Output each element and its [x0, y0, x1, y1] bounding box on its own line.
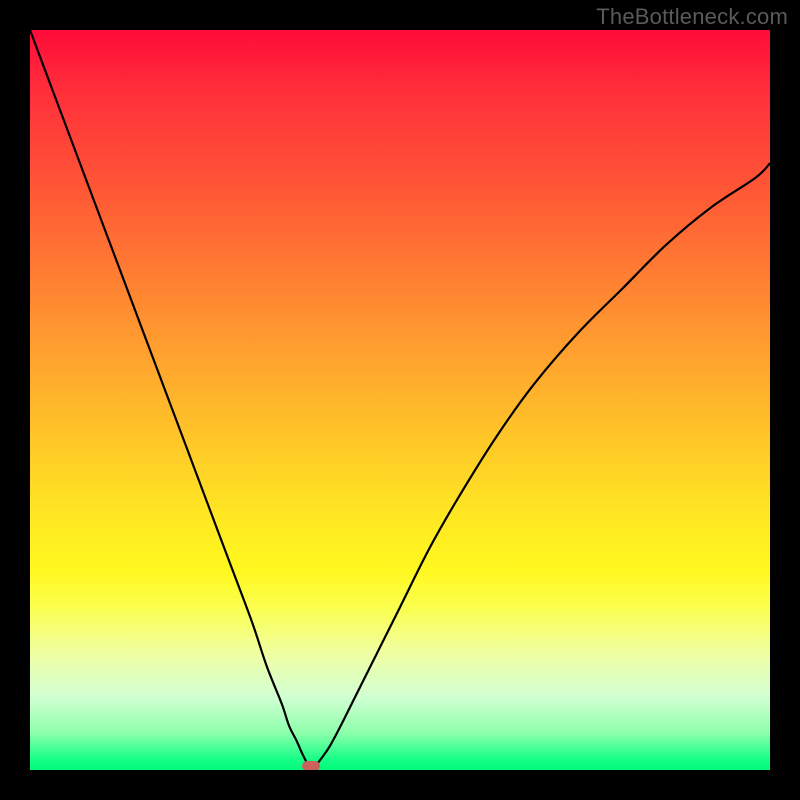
- watermark-text: TheBottleneck.com: [596, 4, 788, 30]
- curve-right-path: [311, 163, 770, 768]
- optimum-marker: [302, 761, 320, 770]
- bottleneck-curve: [30, 30, 770, 770]
- curve-left-path: [30, 30, 311, 769]
- plot-area: [30, 30, 770, 770]
- frame: TheBottleneck.com: [0, 0, 800, 800]
